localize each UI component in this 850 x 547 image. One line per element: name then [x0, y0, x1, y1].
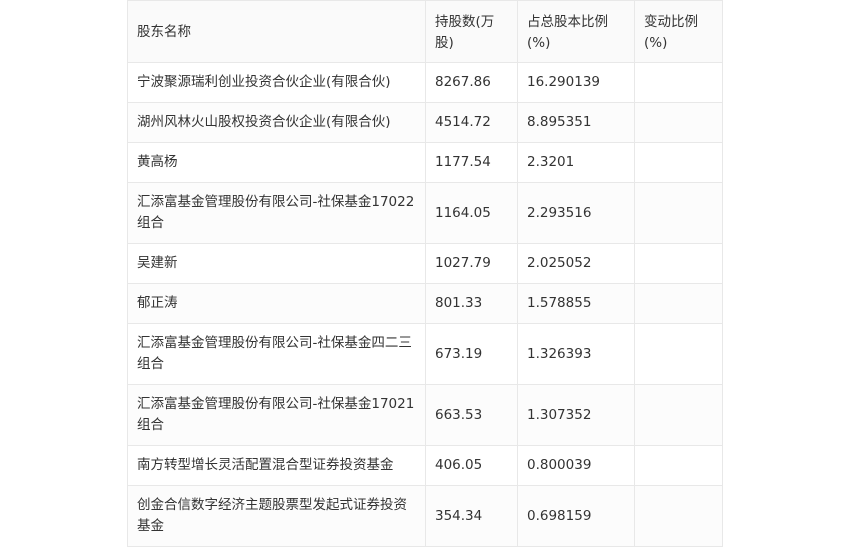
- cell-ratio: 0.698159: [517, 485, 635, 547]
- cell-shares: 1164.05: [425, 182, 518, 244]
- cell-change: [634, 323, 723, 385]
- cell-shares: 1027.79: [425, 243, 518, 284]
- cell-shares: 801.33: [425, 283, 518, 324]
- cell-shareholder-name: 创金合信数字经济主题股票型发起式证券投资基金: [127, 485, 426, 547]
- cell-shareholder-name: 汇添富基金管理股份有限公司-社保基金17021组合: [127, 384, 426, 446]
- cell-ratio: 1.578855: [517, 283, 635, 324]
- cell-change: [634, 62, 723, 103]
- cell-change: [634, 243, 723, 284]
- table-row: 创金合信数字经济主题股票型发起式证券投资基金 354.34 0.698159: [127, 485, 723, 547]
- cell-shareholder-name: 南方转型增长灵活配置混合型证券投资基金: [127, 445, 426, 486]
- cell-shareholder-name: 吴建新: [127, 243, 426, 284]
- table-row: 南方转型增长灵活配置混合型证券投资基金 406.05 0.800039: [127, 445, 723, 486]
- table-row: 湖州风林火山股权投资合伙企业(有限合伙) 4514.72 8.895351: [127, 102, 723, 143]
- table-row: 吴建新 1027.79 2.025052: [127, 243, 723, 284]
- cell-ratio: 2.293516: [517, 182, 635, 244]
- cell-shareholder-name: 黄高杨: [127, 142, 426, 183]
- cell-shares: 4514.72: [425, 102, 518, 143]
- table-row: 汇添富基金管理股份有限公司-社保基金17021组合 663.53 1.30735…: [127, 384, 723, 446]
- cell-shareholder-name: 郁正涛: [127, 283, 426, 324]
- header-shares: 持股数(万股): [425, 0, 518, 63]
- table-body: 宁波聚源瑞利创业投资合伙企业(有限合伙) 8267.86 16.290139 湖…: [127, 62, 723, 547]
- cell-change: [634, 142, 723, 183]
- cell-change: [634, 485, 723, 547]
- cell-change: [634, 445, 723, 486]
- cell-shares: 8267.86: [425, 62, 518, 103]
- table-row: 宁波聚源瑞利创业投资合伙企业(有限合伙) 8267.86 16.290139: [127, 62, 723, 103]
- table-header: 股东名称 持股数(万股) 占总股本比例(%) 变动比例(%): [127, 0, 723, 63]
- cell-ratio: 2.3201: [517, 142, 635, 183]
- cell-shares: 673.19: [425, 323, 518, 385]
- cell-shareholder-name: 汇添富基金管理股份有限公司-社保基金四二三组合: [127, 323, 426, 385]
- cell-ratio: 1.326393: [517, 323, 635, 385]
- table-row: 黄高杨 1177.54 2.3201: [127, 142, 723, 183]
- cell-ratio: 16.290139: [517, 62, 635, 103]
- cell-shareholder-name: 湖州风林火山股权投资合伙企业(有限合伙): [127, 102, 426, 143]
- header-shareholder-name: 股东名称: [127, 0, 426, 63]
- header-ratio: 占总股本比例(%): [517, 0, 635, 63]
- header-change: 变动比例(%): [634, 0, 723, 63]
- table-row: 汇添富基金管理股份有限公司-社保基金四二三组合 673.19 1.326393: [127, 323, 723, 385]
- table-row: 郁正涛 801.33 1.578855: [127, 283, 723, 324]
- cell-shareholder-name: 宁波聚源瑞利创业投资合伙企业(有限合伙): [127, 62, 426, 103]
- cell-change: [634, 182, 723, 244]
- cell-shareholder-name: 汇添富基金管理股份有限公司-社保基金17022组合: [127, 182, 426, 244]
- cell-ratio: 1.307352: [517, 384, 635, 446]
- cell-ratio: 2.025052: [517, 243, 635, 284]
- shareholder-table: 股东名称 持股数(万股) 占总股本比例(%) 变动比例(%) 宁波聚源瑞利创业投…: [127, 0, 723, 547]
- cell-shares: 1177.54: [425, 142, 518, 183]
- table-row: 汇添富基金管理股份有限公司-社保基金17022组合 1164.05 2.2935…: [127, 182, 723, 244]
- cell-change: [634, 283, 723, 324]
- cell-ratio: 0.800039: [517, 445, 635, 486]
- cell-shares: 406.05: [425, 445, 518, 486]
- shareholder-table-container: 股东名称 持股数(万股) 占总股本比例(%) 变动比例(%) 宁波聚源瑞利创业投…: [127, 0, 723, 547]
- cell-shares: 354.34: [425, 485, 518, 547]
- cell-change: [634, 102, 723, 143]
- cell-change: [634, 384, 723, 446]
- header-row: 股东名称 持股数(万股) 占总股本比例(%) 变动比例(%): [127, 0, 723, 63]
- cell-ratio: 8.895351: [517, 102, 635, 143]
- cell-shares: 663.53: [425, 384, 518, 446]
